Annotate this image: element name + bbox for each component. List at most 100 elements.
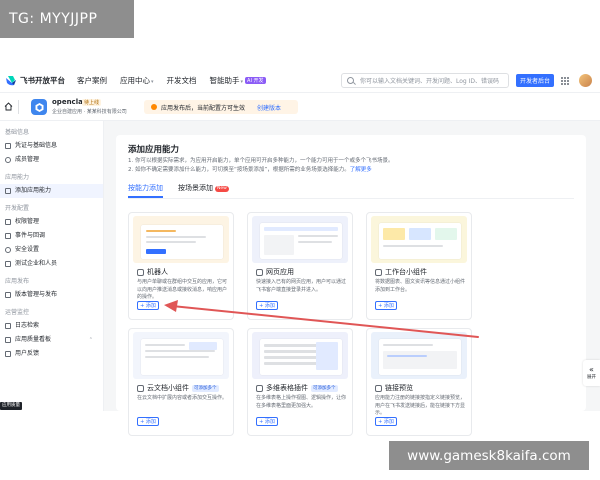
watermark-top: TG: MYYJJPP <box>0 0 134 38</box>
app-icon <box>31 99 47 115</box>
card-description: 快速接入已有的网页应用，用户可以通过飞书客户端直接登录并进入。 <box>256 279 347 293</box>
nav-customer-cases[interactable]: 客户案例 <box>77 75 107 86</box>
tab-by-capability[interactable]: 按能力添加 <box>128 182 163 198</box>
add-widget-button[interactable]: + 添加 <box>375 301 397 310</box>
capability-card-base-plugin[interactable]: 多维表格插件 可添加多个 在多维表格上操作视图、逻辑操作，让你在多维表格里面更加强… <box>247 328 353 436</box>
sidebar-item-quality[interactable]: 应用质量看板 ⌃ <box>0 333 103 347</box>
page-description: 1. 你可以根据实际需求，为应用开启能力，单个应用可开启多种能力，一个能力可用于… <box>128 158 394 173</box>
main-nav: 客户案例 应用中心▾ 开发文档 智能助手▾ AI 开发 <box>77 75 279 86</box>
page-title: 添加应用能力 <box>128 145 180 155</box>
add-base-plugin-button[interactable]: + 添加 <box>256 417 278 426</box>
notice-text: 应用发布后，当前配置方可生效 <box>161 104 246 112</box>
publish-notice: 应用发布后，当前配置方可生效 创建版本 <box>144 100 298 114</box>
card-preview <box>252 216 348 263</box>
sidebar-item-versions[interactable]: 版本管理与发布 <box>0 288 103 302</box>
sidebar-item-security[interactable]: 安全设置 <box>0 243 103 257</box>
learn-more-link[interactable]: 了解更多 <box>350 167 372 173</box>
sidebar-item-logs[interactable]: 日志检索 <box>0 319 103 333</box>
sidebar-group-monitoring: 运营监控 <box>5 309 30 316</box>
sidebar-item-test-users[interactable]: 测试企业和人员 <box>0 257 103 271</box>
add-bot-button[interactable]: + 添加 <box>137 301 159 310</box>
card-title: 云文档小组件 可添加多个 <box>137 383 219 393</box>
capability-panel: 添加应用能力 1. 你可以根据实际需求，为应用开启能力，单个应用可开启多种能力，… <box>116 135 586 436</box>
sidebar-group-dev-config: 开发配置 <box>5 205 30 212</box>
top-navigation-bar: 飞书开放平台 客户案例 应用中心▾ 开发文档 智能助手▾ AI 开发 你可以输入文… <box>0 69 600 93</box>
key-icon <box>5 143 11 149</box>
create-version-link[interactable]: 创建版本 <box>257 103 281 112</box>
chevron-down-icon: ▾ <box>151 79 154 85</box>
search-placeholder: 你可以输入文档关键词、开发问题、Log ID、错误码 <box>360 78 500 85</box>
sidebar-item-add-capability[interactable]: 添加应用能力 <box>0 184 103 198</box>
card-title: 工作台小组件 <box>375 267 427 277</box>
link-icon <box>375 384 382 392</box>
sidebar-item-events[interactable]: 事件与回调 <box>0 229 103 243</box>
doc-icon <box>137 384 144 392</box>
search-input[interactable]: 你可以输入文档关键词、开发问题、Log ID、错误码 <box>341 73 509 88</box>
nav-dev-docs[interactable]: 开发文档 <box>167 75 197 86</box>
user-icon <box>5 157 11 163</box>
sidebar-item-permissions[interactable]: 权限管理 <box>0 215 103 229</box>
apps-grid-icon[interactable] <box>561 77 569 85</box>
card-title: 网页应用 <box>256 267 294 277</box>
sidebar-item-feedback[interactable]: 用户反馈 <box>0 347 103 361</box>
main-content: 添加应用能力 1. 你可以根据实际需求，为应用开启能力，单个应用可开启多种能力，… <box>104 121 600 436</box>
version-icon <box>5 292 11 298</box>
chart-icon <box>5 337 11 343</box>
app-status-badge: 待上线 <box>82 99 102 106</box>
tabs: 按能力添加 按场景添加 New <box>128 182 244 198</box>
feedback-icon <box>5 351 11 357</box>
card-preview <box>133 216 229 263</box>
card-preview <box>371 216 467 263</box>
card-title: 多维表格插件 可添加多个 <box>256 383 338 393</box>
multi-add-badge: 可添加多个 <box>311 384 338 392</box>
app-subtitle: 企业自建应用 · 某某科技有限公司 <box>52 109 127 115</box>
web-icon <box>256 268 263 276</box>
capability-card-bot[interactable]: 机器人 与用户单聊或在群组中交互的应用，它可以向用户推送消息或接收消息，响应用户… <box>128 212 234 320</box>
sidebar-item-credentials[interactable]: 凭证与基础信息 <box>0 139 103 153</box>
nav-assistant[interactable]: 智能助手▾ AI 开发 <box>210 75 266 86</box>
add-link-preview-button[interactable]: + 添加 <box>375 417 397 426</box>
feishu-logo-icon <box>5 75 17 87</box>
home-icon[interactable] <box>4 102 13 111</box>
table-icon <box>256 384 263 392</box>
test-icon <box>5 261 11 267</box>
chevron-down-icon: ▾ <box>240 79 244 85</box>
divider <box>18 100 19 114</box>
expand-label: 展开 <box>587 375 596 380</box>
sidebar: 基础信息 凭证与基础信息 成员管理 应用能力 添加应用能力 开发配置 权限管理 … <box>0 121 104 411</box>
card-preview <box>252 332 348 379</box>
capability-card-web-app[interactable]: 网页应用 快速接入已有的网页应用，用户可以通过飞书客户端直接登录并进入。 + 添… <box>247 212 353 320</box>
search-icon <box>347 77 354 84</box>
grid-icon <box>5 188 11 194</box>
add-web-app-button[interactable]: + 添加 <box>256 301 278 310</box>
add-doc-widget-button[interactable]: + 添加 <box>137 417 159 426</box>
sidebar-tooltip: 应用质量 <box>0 402 22 410</box>
double-chevron-left-icon: « <box>589 365 594 374</box>
card-preview <box>133 332 229 379</box>
card-description: 与用户单聊或在群组中交互的应用，它可以向用户推送消息或接收消息，响应用户的操作。 <box>137 279 228 300</box>
tab-by-scenario[interactable]: 按场景添加 New <box>178 182 229 198</box>
sidebar-item-members[interactable]: 成员管理 <box>0 153 103 167</box>
nav-app-center[interactable]: 应用中心▾ <box>120 75 154 86</box>
watermark-bottom: www.gamesk8kaifa.com <box>389 441 589 470</box>
sidebar-group-capability: 应用能力 <box>5 174 30 181</box>
developer-console-button[interactable]: 开发者后台 <box>516 74 554 87</box>
brand-logo[interactable]: 飞书开放平台 <box>5 75 65 87</box>
robot-icon <box>137 268 144 276</box>
sidebar-group-basic: 基础信息 <box>5 129 30 136</box>
sidebar-group-release: 应用发布 <box>5 278 30 285</box>
widget-icon <box>375 268 382 276</box>
log-icon <box>5 323 11 329</box>
capability-card-widget[interactable]: 工作台小组件 将数据图表、图文资讯等信息通过小组件添加到工作台。 + 添加 <box>366 212 472 320</box>
capability-card-link-preview[interactable]: 链接预览 应用能力注册的链接按指定义链接预览，用户在飞书发送链接后，能在链接下方… <box>366 328 472 436</box>
capability-card-doc-widget[interactable]: 云文档小组件 可添加多个 在云文档中扩展内容或者添加交互操作。 + 添加 <box>128 328 234 436</box>
user-avatar[interactable] <box>579 74 592 87</box>
brand-name: 飞书开放平台 <box>20 76 65 85</box>
expand-panel-button[interactable]: « 展开 <box>583 360 600 386</box>
card-title: 链接预览 <box>375 383 413 393</box>
multi-add-badge: 可添加多个 <box>192 384 219 392</box>
tabs-divider <box>128 198 574 199</box>
warning-icon <box>151 104 157 110</box>
ai-badge: AI 开发 <box>245 77 266 84</box>
new-badge: New <box>215 186 229 192</box>
